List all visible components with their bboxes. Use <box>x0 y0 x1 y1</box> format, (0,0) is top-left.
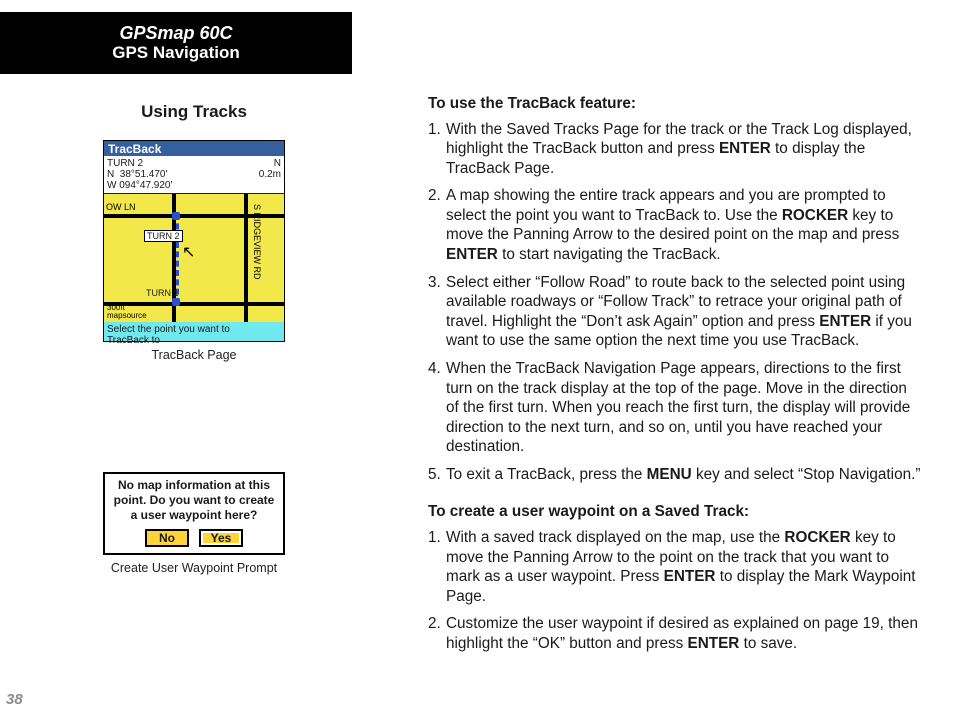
yes-button[interactable]: Yes <box>199 529 243 547</box>
figure-waypoint-prompt: No map information at this point. Do you… <box>34 472 354 575</box>
heading-text: N 0.2m <box>259 158 281 190</box>
steps-tracback: 1.With the Saved Tracks Page for the tra… <box>428 120 922 485</box>
step-item: 1.With a saved track displayed on the ma… <box>428 528 922 606</box>
step-text: To exit a TracBack, press the MENU key a… <box>446 465 922 485</box>
no-button[interactable]: No <box>145 529 189 547</box>
turn2-flag-icon <box>172 212 180 220</box>
step-number: 1. <box>428 120 446 179</box>
step-text: A map showing the entire track appears a… <box>446 186 922 264</box>
cursor-arrow-icon: ↖ <box>182 242 195 262</box>
turn1-flag-icon <box>172 298 180 306</box>
step-number: 3. <box>428 273 446 351</box>
step-text: When the TracBack Navigation Page appear… <box>446 359 922 457</box>
step-text: With a saved track displayed on the map,… <box>446 528 922 606</box>
tracback-screenshot: TracBack TURN 2 N 38°51.470' W 094°47.92… <box>103 140 285 342</box>
step-number: 1. <box>428 528 446 606</box>
prompt-message: No map information at this point. Do you… <box>109 478 279 523</box>
screenshot-map-area: TURN 2 TURN 1 ↖ OW LN S RIDGEVIEW RD 300… <box>104 194 284 322</box>
heading-tracback: To use the TracBack feature: <box>428 94 922 114</box>
section-title: Using Tracks <box>34 102 354 122</box>
figure2-caption: Create User Waypoint Prompt <box>111 561 277 575</box>
figure-tracback-page: TracBack TURN 2 N 38°51.470' W 094°47.92… <box>34 140 354 362</box>
steps-waypoint: 1.With a saved track displayed on the ma… <box>428 528 922 653</box>
screenshot-prompt: Select the point you want to TracBack to <box>104 322 284 341</box>
step-item: 2.Customize the user waypoint if desired… <box>428 614 922 653</box>
step-number: 2. <box>428 186 446 264</box>
header-bar: GPSmap 60C GPS Navigation <box>0 12 352 74</box>
coords-text: TURN 2 N 38°51.470' W 094°47.920' <box>107 158 172 190</box>
heading-waypoint: To create a user waypoint on a Saved Tra… <box>428 502 922 522</box>
turn1-label: TURN 1 <box>144 288 181 298</box>
step-text: With the Saved Tracks Page for the track… <box>446 120 922 179</box>
street-left-label: OW LN <box>106 202 136 212</box>
step-item: 1.With the Saved Tracks Page for the tra… <box>428 120 922 179</box>
step-text: Customize the user waypoint if desired a… <box>446 614 922 653</box>
step-item: 3.Select either “Follow Road” to route b… <box>428 273 922 351</box>
screenshot-info-panel: TURN 2 N 38°51.470' W 094°47.920' N 0.2m <box>104 156 284 194</box>
left-column: Using Tracks TracBack TURN 2 N 38°51.470… <box>34 102 354 575</box>
right-column: To use the TracBack feature: 1.With the … <box>428 90 922 671</box>
scale-label: 300ft mapsource <box>107 304 147 320</box>
product-subtitle: GPS Navigation <box>112 43 240 63</box>
waypoint-prompt-screenshot: No map information at this point. Do you… <box>103 472 285 555</box>
step-number: 2. <box>428 614 446 653</box>
street-right-label: S RIDGEVIEW RD <box>252 204 262 280</box>
product-title: GPSmap 60C <box>119 23 232 44</box>
step-item: 4.When the TracBack Navigation Page appe… <box>428 359 922 457</box>
page-number: 38 <box>6 691 23 708</box>
screenshot-titlebar: TracBack <box>104 141 284 156</box>
turn2-label: TURN 2 <box>144 230 183 242</box>
step-number: 5. <box>428 465 446 485</box>
step-item: 5.To exit a TracBack, press the MENU key… <box>428 465 922 485</box>
step-number: 4. <box>428 359 446 457</box>
figure1-caption: TracBack Page <box>152 348 237 362</box>
step-item: 2.A map showing the entire track appears… <box>428 186 922 264</box>
step-text: Select either “Follow Road” to route bac… <box>446 273 922 351</box>
